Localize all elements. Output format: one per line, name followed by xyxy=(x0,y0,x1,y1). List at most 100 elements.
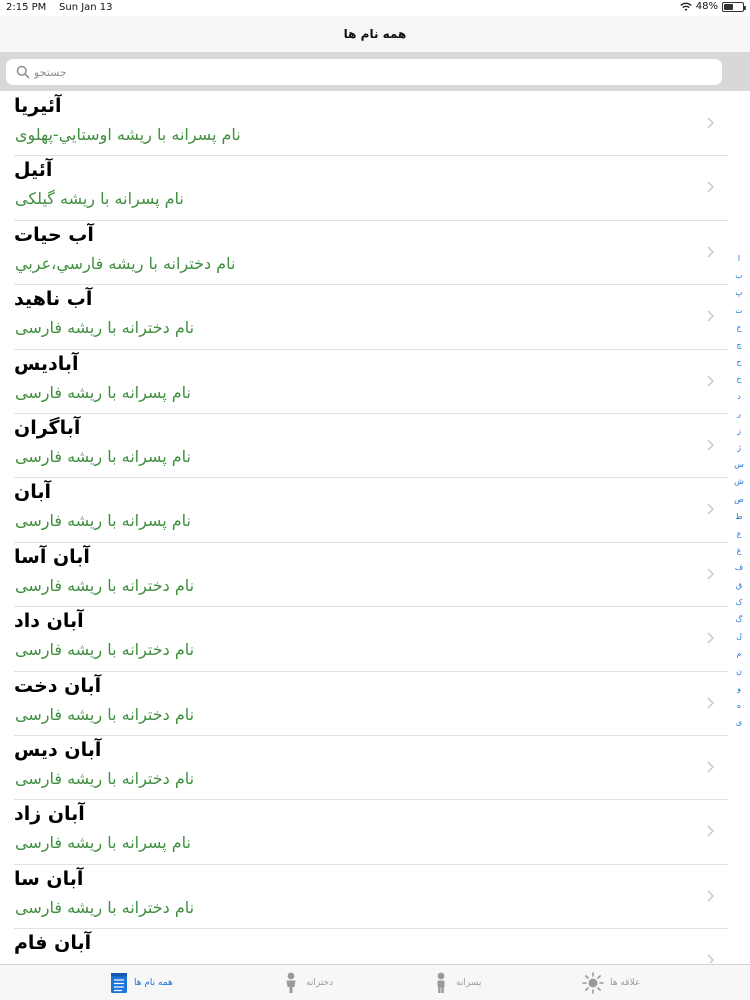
list-item[interactable]: آباگران نام پسرانه با ريشه فارسی xyxy=(0,414,728,479)
tab-girls[interactable]: دخترانه xyxy=(282,969,333,997)
name-title: آبان xyxy=(14,481,51,504)
name-title: آباديس xyxy=(14,352,79,375)
index-letter[interactable]: ف xyxy=(735,559,743,576)
list-item[interactable]: آبان ديس نام دخترانه با ريشه فارسی xyxy=(0,736,728,801)
status-right: 48% xyxy=(680,1,746,12)
tab-all-names[interactable]: همه نام ها xyxy=(110,969,173,997)
name-description: نام پسرانه با ريشه فارسی xyxy=(15,382,191,402)
chevron-right-icon xyxy=(707,696,714,709)
status-date: Sun Jan 13 xyxy=(59,2,113,13)
name-title: آئيريا xyxy=(14,95,62,117)
name-description: نام دخترانه با ريشه فارسی xyxy=(15,897,195,917)
list-item[interactable]: آبان دخت نام دخترانه با ريشه فارسی xyxy=(0,672,728,737)
girl-icon xyxy=(286,972,296,993)
name-description: نام پسرانه با ريشه اوستايي-پهلوی xyxy=(15,125,241,144)
battery-fill xyxy=(724,3,733,10)
index-letter[interactable]: ک xyxy=(735,594,742,611)
list-item[interactable]: آب ناهيد نام دخترانه با ريشه فارسی xyxy=(0,285,728,350)
chevron-right-icon xyxy=(707,246,714,258)
name-description: نام دخترانه با ريشه فارسی xyxy=(15,318,195,338)
name-description: نام دخترانه با ريشه فارسی xyxy=(15,768,195,788)
index-letter[interactable]: ن xyxy=(736,663,742,680)
index-letter[interactable]: و xyxy=(737,680,741,697)
chevron-right-icon xyxy=(707,310,714,322)
index-letter[interactable]: د xyxy=(737,388,741,405)
list-item[interactable]: آبان فام xyxy=(0,929,728,963)
name-description: نام دخترانه با ريشه فارسي،عربي xyxy=(15,253,236,273)
chevron-right-icon xyxy=(707,568,714,580)
list-item[interactable]: آبان زاد نام پسرانه با ريشه فارسی xyxy=(0,800,728,866)
index-letter[interactable]: ر xyxy=(737,405,741,422)
navigation-bar: همه نام ها xyxy=(0,16,750,53)
names-list: آئيريا نام پسرانه با ريشه اوستايي-پهلوی آئ… xyxy=(0,92,728,963)
status-bar: 2:15 PM Sun Jan 13 48% xyxy=(0,0,750,16)
list-item[interactable]: آب حيات نام دخترانه با ريشه فارسي،عربي xyxy=(0,221,728,286)
name-title: آئيل xyxy=(14,159,53,182)
search-input[interactable] xyxy=(30,61,638,83)
battery-icon xyxy=(722,1,746,12)
index-letter[interactable]: ص xyxy=(734,491,744,508)
boy-icon xyxy=(437,972,445,993)
list-item[interactable]: آبان سا نام دخترانه با ريشه فارسی xyxy=(0,865,728,930)
chevron-right-icon xyxy=(707,954,714,963)
index-letter[interactable]: خ xyxy=(736,370,741,387)
list-item[interactable]: آبان نام پسرانه با ريشه فارسی xyxy=(0,478,728,544)
name-title: آبان سا xyxy=(14,867,84,890)
battery-percent: 48% xyxy=(695,1,718,12)
name-description: نام دخترانه با ريشه فارسی xyxy=(15,575,195,595)
chevron-right-icon xyxy=(707,890,714,902)
tab-label: پسرانه xyxy=(456,978,482,988)
name-title: آب حيات xyxy=(14,223,94,246)
chevron-right-icon xyxy=(707,117,714,129)
list-item[interactable]: آئيريا نام پسرانه با ريشه اوستايي-پهلوی xyxy=(0,92,728,157)
tab-label: همه نام ها xyxy=(134,978,173,988)
index-letter[interactable]: گ xyxy=(735,611,742,628)
name-title: آبان زاد xyxy=(14,803,85,826)
tab-boys[interactable]: پسرانه xyxy=(432,969,481,997)
index-letter[interactable]: ع xyxy=(737,525,742,542)
index-letter[interactable]: پ xyxy=(735,284,743,301)
index-letter[interactable]: چ xyxy=(736,336,741,353)
tab-bar: همه نام ها دخترانه پسرانه علاقه ها xyxy=(0,964,750,1000)
index-letter[interactable]: ش xyxy=(734,473,744,490)
tab-favorites[interactable]: علاقه ها xyxy=(582,969,640,997)
tab-label: علاقه ها xyxy=(610,978,641,988)
list-item[interactable]: آئيل نام پسرانه با ريشه گیلکی xyxy=(0,156,728,222)
chevron-right-icon xyxy=(707,439,714,451)
chevron-right-icon xyxy=(707,825,714,837)
index-letter[interactable]: س xyxy=(734,456,744,473)
search-bar xyxy=(0,53,750,91)
index-letter[interactable]: ت xyxy=(735,302,743,319)
tab-label: دخترانه xyxy=(306,978,334,988)
list-item[interactable]: آباديس نام پسرانه با ريشه فارسی xyxy=(0,350,728,415)
index-letter[interactable]: ح xyxy=(736,353,741,370)
index-letter[interactable]: ا xyxy=(738,250,740,267)
list-item[interactable]: آبان داد نام دخترانه با ريشه فارسی xyxy=(0,607,728,672)
list-icon xyxy=(111,973,127,993)
index-letter[interactable]: ق xyxy=(736,577,742,594)
alphabet-index[interactable]: ابپتجچحخدرزژسشصطعغفقکگلمنوهی xyxy=(731,250,747,731)
search-box[interactable] xyxy=(6,59,722,85)
name-title: آب ناهيد xyxy=(14,288,93,311)
status-time-date: 2:15 PM Sun Jan 13 xyxy=(6,2,113,13)
index-letter[interactable]: ط xyxy=(735,508,742,525)
index-letter[interactable]: غ xyxy=(737,542,742,559)
name-description: نام پسرانه با ريشه فارسی xyxy=(15,833,191,853)
name-description: نام پسرانه با ريشه فارسی xyxy=(15,446,191,466)
name-title: آبان فام xyxy=(14,932,92,955)
chevron-right-icon xyxy=(707,503,714,515)
index-letter[interactable]: ه xyxy=(737,697,741,714)
index-letter[interactable]: م xyxy=(737,645,742,662)
name-description: نام دخترانه با ريشه فارسی xyxy=(15,640,195,660)
name-title: آبان آسا xyxy=(14,545,90,568)
name-description: نام پسرانه با ريشه فارسی xyxy=(15,511,191,531)
name-title: آبان داد xyxy=(14,610,84,633)
name-description: نام پسرانه با ريشه گیلکی xyxy=(15,189,184,209)
index-letter[interactable]: ی xyxy=(736,714,742,731)
index-letter[interactable]: ژ xyxy=(737,439,741,456)
index-letter[interactable]: ل xyxy=(736,628,742,645)
index-letter[interactable]: ز xyxy=(737,422,741,439)
list-item[interactable]: آبان آسا نام دخترانه با ريشه فارسی xyxy=(0,543,728,608)
index-letter[interactable]: ج xyxy=(736,319,741,336)
index-letter[interactable]: ب xyxy=(735,267,743,284)
